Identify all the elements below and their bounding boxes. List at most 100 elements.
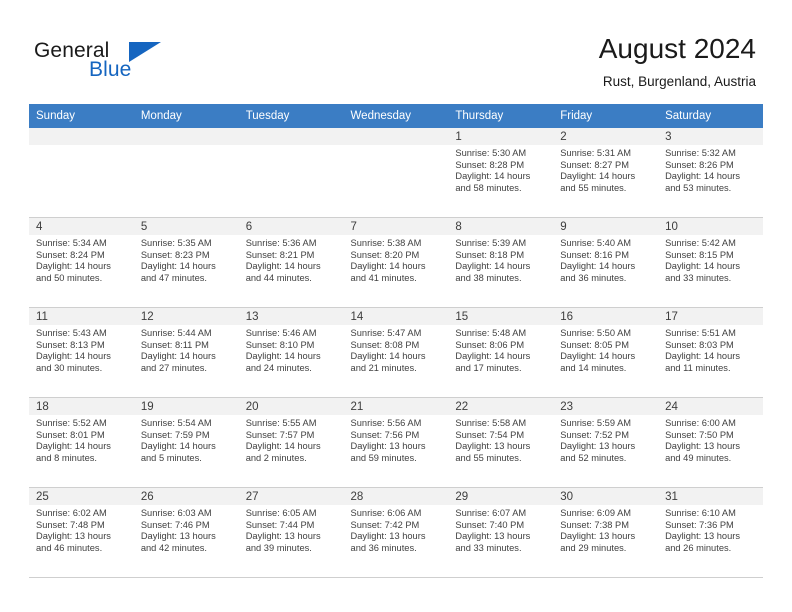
calendar-day-cell[interactable]: 19 Sunrise: 5:54 AM Sunset: 7:59 PM Dayligh… — [133, 397, 239, 488]
daylight-duration-line2: and 5 minutes. — [140, 453, 202, 464]
calendar-day-cell[interactable]: 9 Sunrise: 5:40 AM Sunset: 8:16 PM Daylight… — [553, 217, 659, 308]
day-details: Sunrise: 5:34 AM Sunset: 8:24 PM Daylight:… — [29, 235, 134, 285]
day-number: 19 — [133, 398, 239, 415]
calendar-day-cell[interactable]: 7 Sunrise: 5:38 AM Sunset: 8:20 PM Daylight… — [343, 217, 449, 308]
sunset-time: Sunset: 8:08 PM — [350, 339, 420, 350]
sunset-time: Sunset: 7:54 PM — [455, 429, 525, 440]
daylight-duration-line2: and 29 minutes. — [560, 543, 627, 554]
calendar-day-cell[interactable]: 5 Sunrise: 5:35 AM Sunset: 8:23 PM Daylight… — [133, 217, 239, 308]
sunrise-time: Sunrise: 6:06 AM — [350, 508, 422, 518]
day-number: 3 — [658, 128, 763, 145]
daylight-duration-line2: and 39 minutes. — [245, 543, 312, 554]
sunset-time: Sunset: 7:50 PM — [665, 429, 734, 440]
day-number: 1 — [448, 128, 554, 145]
sunrise-time: Sunrise: 5:47 AM — [350, 328, 422, 338]
sunrise-time: Sunrise: 5:56 AM — [350, 418, 422, 428]
day-details: Sunrise: 6:05 AM Sunset: 7:44 PM Daylight:… — [239, 505, 344, 555]
day-number: 11 — [29, 308, 134, 325]
daylight-duration-line1: Daylight: 13 hours — [560, 531, 636, 542]
day-details: Sunrise: 6:06 AM Sunset: 7:42 PM Daylight:… — [344, 505, 449, 555]
calendar-day-cell[interactable]: 12 Sunrise: 5:44 AM Sunset: 8:11 PM Dayligh… — [133, 307, 239, 398]
day-number: 13 — [238, 308, 344, 325]
calendar-body: 1 Sunrise: 5:30 AM Sunset: 8:28 PM Daylight… — [29, 128, 763, 578]
sunset-time: Sunset: 7:57 PM — [245, 429, 315, 440]
daylight-duration-line2: and 42 minutes. — [140, 543, 207, 554]
calendar-cell-empty — [343, 128, 449, 218]
daylight-duration-line1: Daylight: 14 hours — [245, 351, 321, 362]
day-number: 28 — [343, 488, 449, 505]
day-details: Sunrise: 6:07 AM Sunset: 7:40 PM Daylight:… — [448, 505, 553, 555]
sunrise-time: Sunrise: 5:35 AM — [140, 238, 212, 248]
calendar-cell-inner: 2 Sunrise: 5:31 AM Sunset: 8:27 PM Daylight… — [553, 128, 659, 217]
sunrise-time: Sunrise: 5:38 AM — [350, 238, 422, 248]
daylight-duration-line2: and 26 minutes. — [665, 543, 732, 554]
calendar-day-cell[interactable]: 1 Sunrise: 5:30 AM Sunset: 8:28 PM Daylight… — [448, 128, 554, 218]
calendar-cell-inner: 14 Sunrise: 5:47 AM Sunset: 8:08 PM Dayligh… — [343, 308, 449, 397]
calendar-day-cell[interactable]: 24 Sunrise: 6:00 AM Sunset: 7:50 PM Dayligh… — [658, 397, 763, 488]
daylight-duration-line2: and 8 minutes. — [36, 453, 97, 464]
calendar-day-cell[interactable]: 10 Sunrise: 5:42 AM Sunset: 8:15 PM Dayligh… — [658, 217, 763, 308]
sunset-time: Sunset: 7:52 PM — [560, 429, 629, 440]
brand-logo[interactable]: General Blue — [34, 40, 234, 88]
calendar-day-cell[interactable]: 16 Sunrise: 5:50 AM Sunset: 8:05 PM Dayligh… — [553, 307, 659, 398]
day-number: 7 — [343, 218, 449, 235]
calendar-day-cell[interactable]: 6 Sunrise: 5:36 AM Sunset: 8:21 PM Daylight… — [238, 217, 344, 308]
daylight-duration-line1: Daylight: 14 hours — [350, 261, 426, 272]
calendar-day-cell[interactable]: 28 Sunrise: 6:06 AM Sunset: 7:42 PM Dayligh… — [343, 487, 449, 578]
sunrise-time: Sunrise: 5:36 AM — [245, 238, 317, 248]
sunrise-time: Sunrise: 5:54 AM — [140, 418, 212, 428]
day-details: Sunrise: 5:50 AM Sunset: 8:05 PM Daylight:… — [553, 325, 658, 375]
daylight-duration-line2: and 52 minutes. — [560, 453, 627, 464]
day-number: 25 — [29, 488, 134, 505]
day-details: Sunrise: 5:43 AM Sunset: 8:13 PM Daylight:… — [29, 325, 134, 375]
calendar-day-cell[interactable]: 21 Sunrise: 5:56 AM Sunset: 7:56 PM Dayligh… — [343, 397, 449, 488]
daylight-duration-line2: and 49 minutes. — [665, 453, 732, 464]
calendar-cell-inner: 6 Sunrise: 5:36 AM Sunset: 8:21 PM Daylight… — [238, 218, 344, 307]
calendar-day-cell[interactable]: 3 Sunrise: 5:32 AM Sunset: 8:26 PM Daylight… — [658, 128, 763, 218]
calendar-day-cell[interactable]: 13 Sunrise: 5:46 AM Sunset: 8:10 PM Dayligh… — [238, 307, 344, 398]
sunset-time: Sunset: 8:15 PM — [665, 249, 734, 260]
calendar-week-row: 25 Sunrise: 6:02 AM Sunset: 7:48 PM Dayligh… — [29, 487, 763, 578]
sunrise-time: Sunrise: 5:58 AM — [455, 418, 527, 428]
calendar-cell-inner: 15 Sunrise: 5:48 AM Sunset: 8:06 PM Dayligh… — [448, 308, 554, 397]
daylight-duration-line2: and 44 minutes. — [245, 273, 312, 284]
day-number: 17 — [658, 308, 763, 325]
calendar-page: General Blue August 2024 Rust, Burgenlan… — [0, 0, 792, 612]
calendar-day-cell[interactable]: 25 Sunrise: 6:02 AM Sunset: 7:48 PM Dayligh… — [29, 487, 134, 578]
calendar-day-cell[interactable]: 15 Sunrise: 5:48 AM Sunset: 8:06 PM Dayligh… — [448, 307, 554, 398]
calendar-day-cell[interactable]: 23 Sunrise: 5:59 AM Sunset: 7:52 PM Dayligh… — [553, 397, 659, 488]
calendar-cell-empty — [29, 128, 134, 218]
calendar-day-cell[interactable]: 27 Sunrise: 6:05 AM Sunset: 7:44 PM Dayligh… — [238, 487, 344, 578]
daylight-duration-line1: Daylight: 13 hours — [245, 531, 321, 542]
sunrise-time: Sunrise: 5:52 AM — [36, 418, 107, 428]
day-details: Sunrise: 5:58 AM Sunset: 7:54 PM Daylight:… — [448, 415, 553, 465]
calendar-day-cell[interactable]: 26 Sunrise: 6:03 AM Sunset: 7:46 PM Dayligh… — [133, 487, 239, 578]
daylight-duration-line1: Daylight: 13 hours — [36, 531, 111, 542]
sunrise-time: Sunrise: 5:44 AM — [140, 328, 212, 338]
calendar-cell-inner: 20 Sunrise: 5:55 AM Sunset: 7:57 PM Dayligh… — [238, 398, 344, 487]
calendar-day-cell[interactable]: 29 Sunrise: 6:07 AM Sunset: 7:40 PM Dayligh… — [448, 487, 554, 578]
calendar-day-cell[interactable]: 17 Sunrise: 5:51 AM Sunset: 8:03 PM Dayligh… — [658, 307, 763, 398]
daylight-duration-line1: Daylight: 14 hours — [560, 261, 636, 272]
calendar-day-cell[interactable]: 11 Sunrise: 5:43 AM Sunset: 8:13 PM Dayligh… — [29, 307, 134, 398]
calendar-day-cell[interactable]: 2 Sunrise: 5:31 AM Sunset: 8:27 PM Daylight… — [553, 128, 659, 218]
sunset-time: Sunset: 7:38 PM — [560, 519, 629, 530]
daylight-duration-line1: Daylight: 14 hours — [140, 441, 216, 452]
calendar-cell-inner: 10 Sunrise: 5:42 AM Sunset: 8:15 PM Dayligh… — [658, 218, 763, 307]
daylight-duration-line2: and 36 minutes. — [350, 543, 417, 554]
daylight-duration-line2: and 33 minutes. — [455, 543, 522, 554]
calendar-cell-inner: 30 Sunrise: 6:09 AM Sunset: 7:38 PM Dayligh… — [553, 488, 659, 577]
calendar-day-cell[interactable]: 4 Sunrise: 5:34 AM Sunset: 8:24 PM Daylight… — [29, 217, 134, 308]
calendar-day-cell[interactable]: 20 Sunrise: 5:55 AM Sunset: 7:57 PM Dayligh… — [238, 397, 344, 488]
calendar-day-cell[interactable]: 18 Sunrise: 5:52 AM Sunset: 8:01 PM Dayligh… — [29, 397, 134, 488]
calendar-day-cell[interactable]: 31 Sunrise: 6:10 AM Sunset: 7:36 PM Dayligh… — [658, 487, 763, 578]
calendar-day-cell[interactable]: 22 Sunrise: 5:58 AM Sunset: 7:54 PM Dayligh… — [448, 397, 554, 488]
calendar-cell-inner: 31 Sunrise: 6:10 AM Sunset: 7:36 PM Dayligh… — [658, 488, 763, 577]
daylight-duration-line1: Daylight: 14 hours — [350, 351, 426, 362]
day-details: Sunrise: 5:52 AM Sunset: 8:01 PM Daylight:… — [29, 415, 134, 465]
calendar-day-cell[interactable]: 8 Sunrise: 5:39 AM Sunset: 8:18 PM Daylight… — [448, 217, 554, 308]
calendar-week-row: 11 Sunrise: 5:43 AM Sunset: 8:13 PM Dayligh… — [29, 307, 763, 398]
calendar-day-cell[interactable]: 30 Sunrise: 6:09 AM Sunset: 7:38 PM Dayligh… — [553, 487, 659, 578]
weekday-header-wednesday: Wednesday — [343, 104, 449, 128]
calendar-day-cell[interactable]: 14 Sunrise: 5:47 AM Sunset: 8:08 PM Dayligh… — [343, 307, 449, 398]
